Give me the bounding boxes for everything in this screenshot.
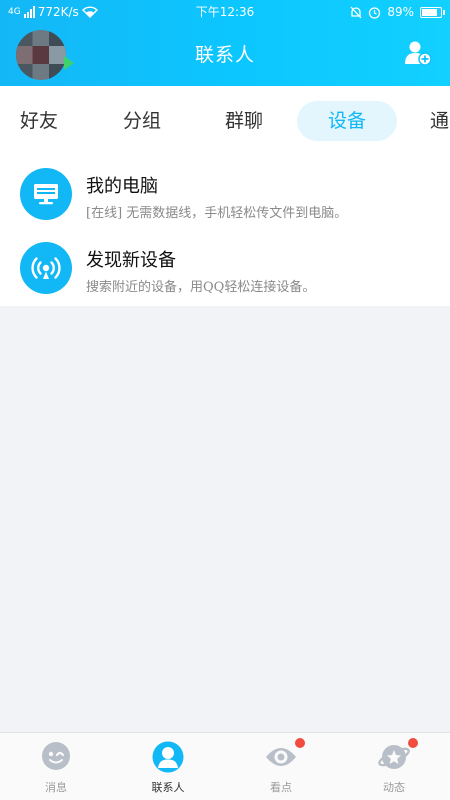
device-subtitle: [在线] 无需数据线，手机轻松传文件到电脑。 [86,206,348,221]
tab-groups[interactable]: 分组 [123,101,161,141]
alarm-icon [369,6,381,19]
planet-star-icon [378,745,410,769]
header: 4G 772K/s 下午12:36 89% 联系人 [0,0,450,86]
nav-label: 看点 [270,781,292,794]
nav-moments[interactable]: 动态 [338,733,450,800]
bottom-nav: 消息 联系人 看点 动态 [0,732,450,800]
device-subtitle: 搜索附近的设备，用QQ轻松连接设备。 [86,280,316,295]
radar-icon [20,242,72,294]
tab-group-chats[interactable]: 群聊 [225,101,263,141]
tab-contacts-partial[interactable]: 通 [430,101,449,141]
chat-bubble-icon [42,742,70,770]
nav-contacts[interactable]: 联系人 [112,733,224,800]
nav-messages[interactable]: 消息 [0,733,112,800]
contacts-icon [152,741,184,773]
device-title: 我的电脑 [86,176,158,197]
list-item-my-computer[interactable]: 我的电脑 [在线] 无需数据线，手机轻松传文件到电脑。 [0,162,450,226]
nav-label: 消息 [45,781,67,794]
silent-bell-icon [350,6,362,18]
nav-label: 联系人 [151,781,185,794]
eye-icon [266,748,296,766]
notification-badge [408,738,418,748]
status-bar: 4G 772K/s 下午12:36 89% [0,0,450,24]
page-title: 联系人 [194,44,255,66]
contact-tabs: 好友 分组 群聊 设备 通 [0,86,450,156]
battery-percent: 89% [387,5,414,19]
add-contact-icon[interactable] [404,40,432,66]
nav-label: 动态 [383,781,405,794]
battery-icon [420,6,445,18]
device-list: 我的电脑 [在线] 无需数据线，手机轻松传文件到电脑。 发现新设备 搜索附近的设… [0,156,450,306]
list-item-find-new-device[interactable]: 发现新设备 搜索附近的设备，用QQ轻松连接设备。 [0,236,450,300]
device-title: 发现新设备 [86,250,176,271]
computer-icon [20,168,72,220]
tab-devices[interactable]: 设备 [297,101,397,141]
tab-friends[interactable]: 好友 [20,101,58,141]
nav-kandian[interactable]: 看点 [225,733,337,800]
notification-badge [295,738,305,748]
